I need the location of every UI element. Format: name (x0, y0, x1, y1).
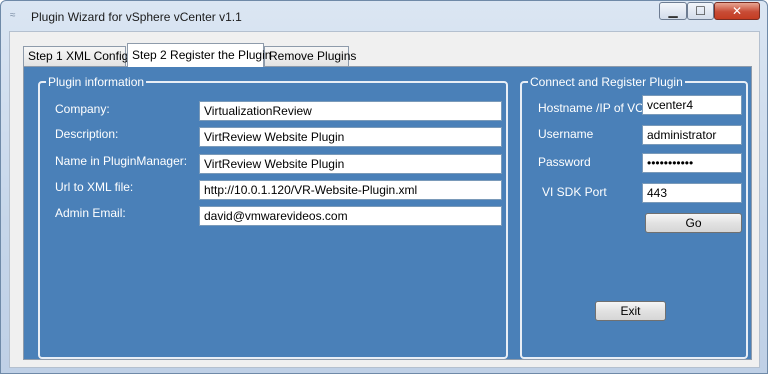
username-label: Username (538, 127, 594, 141)
plugin-manager-name-label: Name in PluginManager: (55, 154, 188, 168)
app-icon: ≈ (10, 10, 16, 21)
go-button[interactable]: Go (645, 213, 742, 233)
minimize-button[interactable]: ▁ (659, 2, 687, 20)
admin-email-label: Admin Email: (55, 206, 126, 220)
maximize-button[interactable]: ☐ (687, 2, 714, 20)
plugin-manager-name-field[interactable]: VirtReview Website Plugin (199, 154, 502, 174)
company-field[interactable]: VirtualizationReview (199, 101, 502, 121)
window-body: Step 1 XML Config Step 2 Register the Pl… (9, 31, 760, 368)
password-field[interactable]: ••••••••••• (642, 153, 742, 173)
sdk-port-field[interactable]: 443 (642, 183, 742, 203)
close-button[interactable]: ✕ (714, 2, 760, 20)
sdk-port-label: VI SDK Port (542, 185, 607, 199)
app-window: ≈ Plugin Wizard for vSphere vCenter v1.1… (0, 0, 768, 374)
tab-panel: Plugin information Company: Virtualizati… (23, 66, 752, 360)
title-bar[interactable]: ≈ Plugin Wizard for vSphere vCenter v1.1… (1, 1, 767, 31)
tab-step2-register-plugin[interactable]: Step 2 Register the Plugin (127, 43, 271, 67)
hostname-field[interactable]: vcenter4 (642, 95, 742, 115)
description-label: Description: (55, 127, 119, 141)
admin-email-field[interactable]: david@vmwarevideos.com (199, 206, 502, 226)
hostname-label: Hostname /IP of VC (538, 101, 644, 115)
tab-step1-xml-config[interactable]: Step 1 XML Config (23, 46, 128, 66)
exit-button[interactable]: Exit (595, 301, 666, 321)
plugin-information-legend: Plugin information (48, 75, 145, 89)
connect-register-legend: Connect and Register Plugin (530, 75, 683, 89)
window-title: Plugin Wizard for vSphere vCenter v1.1 (31, 10, 242, 24)
description-field[interactable]: VirtReview Website Plugin (199, 127, 502, 147)
tab-remove-plugins[interactable]: Remove Plugins (264, 46, 356, 66)
company-label: Company: (55, 102, 110, 116)
username-field[interactable]: administrator (642, 125, 742, 145)
xml-url-label: Url to XML file: (55, 180, 134, 194)
xml-url-field[interactable]: http://10.0.1.120/VR-Website-Plugin.xml (199, 180, 502, 200)
password-label: Password (538, 155, 591, 169)
